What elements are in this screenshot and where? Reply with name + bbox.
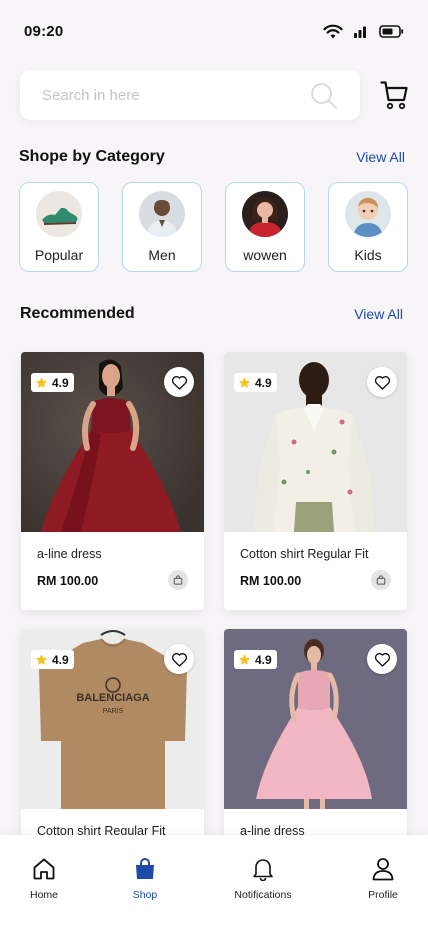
kid-avatar-image (345, 191, 391, 237)
shopping-bag-icon (136, 858, 154, 879)
rating-value: 4.9 (255, 652, 272, 667)
category-label: Men (148, 247, 176, 263)
status-icons (323, 24, 404, 39)
woman-avatar-image (242, 191, 288, 237)
signal-icon (354, 26, 366, 38)
shoe-image (36, 191, 82, 237)
bag-icon (173, 575, 183, 585)
category-section-header: Shope by Category View All (19, 148, 405, 166)
add-to-bag-button[interactable] (168, 570, 188, 590)
nav-item-profile[interactable]: Profile (338, 857, 428, 901)
tshirt-print-subtext: PARIS (103, 708, 124, 715)
tshirt-print-text: BALENCIAGA (76, 692, 149, 704)
category-card-popular[interactable]: Popular (19, 182, 99, 272)
nav-item-home[interactable]: Home (0, 857, 89, 901)
product-image-brown-tshirt: BALENCIAGA PARIS 4.9 (21, 629, 204, 809)
rating-badge: 4.9 (234, 650, 277, 669)
search-input[interactable] (42, 86, 292, 104)
battery-icon (379, 24, 404, 38)
home-icon (33, 858, 55, 880)
search-icon[interactable] (310, 82, 338, 110)
product-name: a-line dress (37, 547, 102, 561)
product-card[interactable]: 4.9 a-line dress RM 100.00 (21, 352, 204, 610)
star-icon (35, 377, 48, 388)
category-label: Kids (354, 247, 382, 263)
product-name: Cotton shirt Regular Fit (240, 547, 369, 561)
category-card-men[interactable]: Men (122, 182, 202, 272)
star-icon (35, 654, 48, 665)
user-icon (372, 858, 394, 881)
category-label: Popular (34, 247, 84, 263)
status-bar: 09:20 (0, 0, 428, 62)
heart-icon (171, 375, 187, 390)
recommended-section-title: Recommended (20, 305, 135, 322)
heart-icon (374, 375, 390, 390)
category-section-title: Shope by Category (19, 148, 165, 165)
product-price: RM 100.00 (37, 574, 99, 588)
recommended-section-header: Recommended View All (20, 305, 403, 323)
category-view-all-link[interactable]: View All (356, 149, 405, 165)
heart-icon (171, 652, 187, 667)
nav-item-shop[interactable]: Shop (100, 857, 190, 901)
category-label: wowen (243, 247, 287, 263)
category-card-kids[interactable]: Kids (328, 182, 408, 272)
product-image-printed-shirt: 4.9 (224, 352, 407, 532)
nav-label: Shop (132, 889, 158, 901)
nav-label: Profile (368, 889, 398, 901)
nav-label: Notifications (234, 889, 292, 901)
product-image-pink-dress: 4.9 (224, 629, 407, 809)
bell-icon (253, 859, 273, 881)
favorite-button[interactable] (367, 367, 397, 397)
star-icon (238, 654, 251, 665)
product-info: Cotton shirt Regular Fit RM 100.00 (224, 532, 407, 610)
rating-value: 4.9 (52, 652, 69, 667)
rating-badge: 4.9 (234, 373, 277, 392)
favorite-button[interactable] (164, 367, 194, 397)
bag-icon (376, 575, 386, 585)
rating-value: 4.9 (52, 375, 69, 390)
man-avatar-image (139, 191, 185, 237)
search-box[interactable] (20, 70, 360, 120)
nav-item-notifications[interactable]: Notifications (218, 857, 308, 901)
cart-icon[interactable] (380, 80, 408, 110)
rating-value: 4.9 (255, 375, 272, 390)
product-price: RM 100.00 (240, 574, 302, 588)
status-time: 09:20 (24, 22, 64, 40)
favorite-button[interactable] (164, 644, 194, 674)
category-list: Popular Men wowen Kids (19, 182, 409, 272)
wifi-icon (323, 24, 343, 38)
bottom-nav: Home Shop Notifications Profile (0, 835, 428, 926)
favorite-button[interactable] (367, 644, 397, 674)
product-image-red-dress: 4.9 (21, 352, 204, 532)
add-to-bag-button[interactable] (371, 570, 391, 590)
heart-icon (374, 652, 390, 667)
recommended-view-all-link[interactable]: View All (354, 306, 403, 322)
category-card-women[interactable]: wowen (225, 182, 305, 272)
product-info: a-line dress RM 100.00 (21, 532, 204, 610)
search-row (20, 70, 410, 122)
rating-badge: 4.9 (31, 650, 74, 669)
product-card[interactable]: 4.9 Cotton shirt Regular Fit RM 100.00 (224, 352, 407, 610)
nav-label: Home (29, 889, 58, 901)
rating-badge: 4.9 (31, 373, 74, 392)
star-icon (238, 377, 251, 388)
